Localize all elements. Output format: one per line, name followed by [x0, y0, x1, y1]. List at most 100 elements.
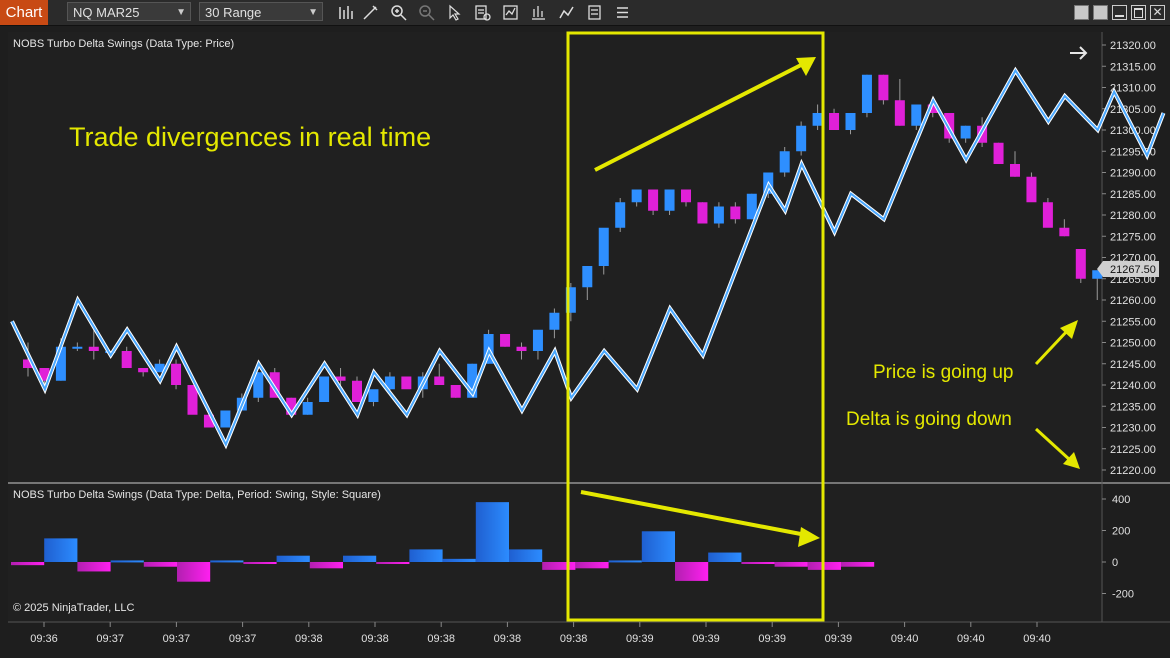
candle-body: [302, 402, 313, 415]
properties-icon[interactable]: [473, 3, 492, 22]
price-tick-label: 21285.00: [1110, 189, 1156, 201]
candle-body: [532, 329, 543, 351]
time-tick-label: 09:38: [560, 633, 588, 645]
candle-body: [549, 312, 560, 330]
candle-body: [1010, 164, 1020, 177]
candle-body: [1059, 227, 1070, 237]
candle-body: [812, 113, 823, 126]
candle-body: [829, 113, 840, 130]
delta-bar: [841, 562, 875, 567]
time-tick-labels: 09:36 09:37 09:37 09:37 09:38 09:38 09:38 09:38…: [30, 622, 1051, 645]
time-tick-label: 09:38: [361, 633, 389, 645]
delta-bar: [542, 562, 576, 570]
divergence-annotation: Trade divergences in real time: [69, 122, 431, 152]
time-tick-label: 09:40: [957, 633, 985, 645]
delta-bar: [110, 560, 144, 563]
candle-body: [697, 202, 708, 224]
tile-icon-2[interactable]: [1093, 5, 1108, 20]
price-tick-label: 21225.00: [1110, 444, 1156, 456]
candle-body: [779, 151, 790, 173]
candle-body: [681, 189, 691, 203]
time-tick-label: 09:39: [758, 633, 786, 645]
candle-body: [713, 206, 724, 224]
bar-type-selector[interactable]: 30 Range ▼: [199, 2, 323, 21]
candle-body: [911, 104, 922, 126]
time-tick-label: 09:38: [494, 633, 522, 645]
candle-body: [796, 125, 807, 152]
menu-icon[interactable]: [613, 3, 632, 22]
current-price-label: 21267.50: [1110, 264, 1156, 276]
strategies-icon[interactable]: [529, 3, 548, 22]
price-tick-label: 21240.00: [1110, 380, 1156, 392]
delta-down-annotation: Delta is going down: [846, 409, 1012, 430]
delta-tick-label: -200: [1112, 589, 1134, 601]
price-up-annotation: Price is going up: [873, 362, 1013, 383]
price-tick-label: 21275.00: [1110, 231, 1156, 243]
candle-body: [516, 346, 527, 351]
candle-body: [368, 389, 379, 402]
candle-body: [582, 266, 593, 288]
indicators-icon[interactable]: [501, 3, 520, 22]
delta-bar: [741, 562, 775, 564]
candle-body: [171, 363, 182, 385]
candle-body: [434, 376, 445, 385]
price-tick-label: 21320.00: [1110, 40, 1156, 52]
price-tick-label: 21290.00: [1110, 168, 1156, 180]
chevron-down-icon: ▼: [308, 7, 318, 18]
zoom-in-icon[interactable]: [389, 3, 408, 22]
zoom-out-icon[interactable]: [417, 3, 436, 22]
candle-body: [878, 74, 889, 101]
candle-body: [615, 202, 626, 228]
delta-bar: [708, 552, 742, 562]
chart-canvas[interactable]: NOBS Turbo Delta Swings (Data Type: Pric…: [0, 25, 1170, 658]
delta-bar: [675, 562, 709, 581]
bars-type-icon[interactable]: [336, 3, 355, 22]
time-tick-label: 09:37: [229, 633, 257, 645]
time-tick-label: 09:37: [96, 633, 124, 645]
close-icon[interactable]: ✕: [1150, 5, 1165, 20]
candle-body: [960, 125, 971, 139]
current-price-marker: 21267.50: [1097, 261, 1159, 277]
time-tick-label: 09:36: [30, 633, 58, 645]
minimize-icon[interactable]: [1112, 5, 1127, 20]
price-tick-label: 21260.00: [1110, 295, 1156, 307]
delta-bar: [575, 562, 609, 569]
time-tick-label: 09:38: [427, 633, 455, 645]
draw-tool-icon[interactable]: [361, 3, 380, 22]
price-tick-label: 21230.00: [1110, 423, 1156, 435]
delta-panel: [8, 484, 1102, 622]
price-tick-label: 21250.00: [1110, 338, 1156, 350]
candle-body: [319, 376, 330, 402]
templates-icon[interactable]: [585, 3, 604, 22]
price-tick-label: 21220.00: [1110, 465, 1156, 477]
tile-icon[interactable]: [1074, 5, 1089, 20]
delta-bar: [509, 549, 543, 562]
copyright-text: © 2025 NinjaTrader, LLC: [13, 602, 134, 614]
time-tick-label: 09:40: [1023, 633, 1051, 645]
candle-body: [352, 380, 362, 402]
chevron-down-icon: ▼: [176, 7, 186, 18]
candle-body: [664, 189, 675, 211]
candle-body: [730, 206, 741, 220]
candle-body: [220, 410, 231, 428]
delta-bar: [210, 560, 244, 563]
candle-body: [401, 376, 412, 390]
time-tick-label: 09:39: [825, 633, 853, 645]
pointer-icon[interactable]: [445, 3, 464, 22]
price-tick-label: 21245.00: [1110, 359, 1156, 371]
delta-bar: [143, 562, 177, 567]
instrument-selector[interactable]: NQ MAR25 ▼: [67, 2, 191, 21]
maximize-icon[interactable]: [1131, 5, 1146, 20]
delta-bar: [442, 558, 476, 562]
candle-body: [138, 368, 149, 373]
delta-bar: [309, 562, 343, 569]
chart-trader-icon[interactable]: [557, 3, 576, 22]
chart-tab[interactable]: Chart: [0, 0, 48, 25]
candle-body: [450, 385, 461, 398]
delta-bar: [243, 562, 277, 564]
delta-bar: [44, 538, 78, 562]
delta-bar: [409, 549, 443, 562]
delta-bar: [376, 562, 410, 564]
candle-body: [88, 346, 99, 351]
delta-bar: [276, 555, 310, 562]
